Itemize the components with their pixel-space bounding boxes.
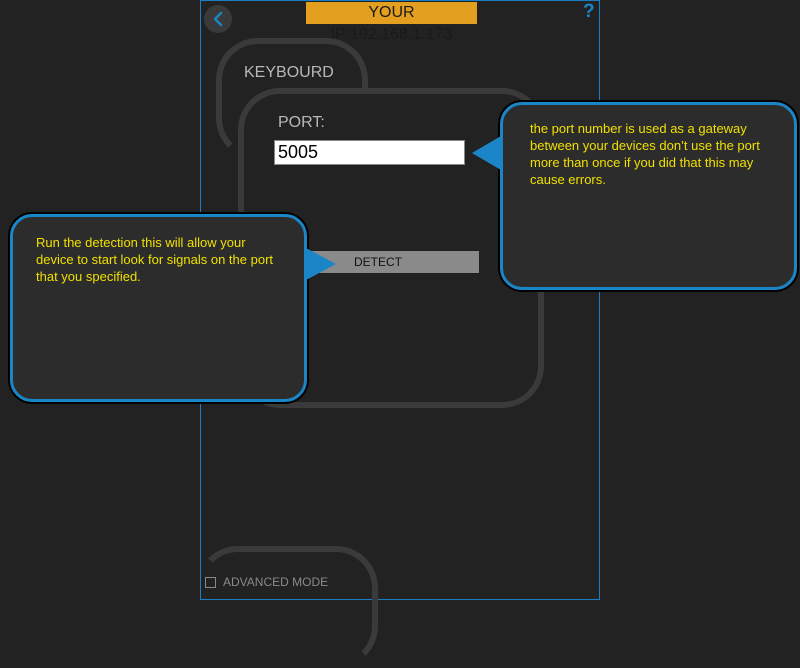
back-button[interactable] [204, 5, 232, 33]
port-label: PORT: [278, 114, 325, 131]
detect-tooltip-pointer [306, 248, 336, 280]
advanced-tab [196, 546, 378, 668]
port-input[interactable] [274, 140, 465, 165]
chevron-left-icon [213, 11, 223, 27]
port-tooltip: the port number is used as a gateway bet… [500, 102, 797, 290]
advanced-mode-checkbox[interactable] [205, 577, 216, 588]
ip-address-badge: YOUR IP:192.168.1.173 [306, 2, 477, 43]
keyboard-tab-label: KEYBOURD [244, 64, 334, 81]
advanced-mode-label[interactable]: ADVANCED MODE [223, 575, 328, 589]
port-tooltip-pointer [472, 136, 501, 170]
detect-tooltip: Run the detection this will allow your d… [10, 214, 307, 402]
help-button[interactable]: ? [583, 1, 595, 23]
